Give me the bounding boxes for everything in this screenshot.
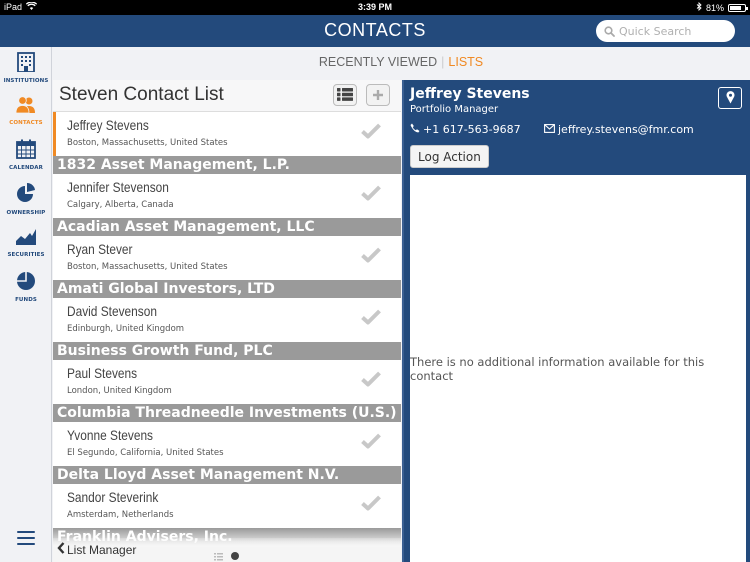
sidebar-item-ownership[interactable]: OWNERSHIP	[0, 182, 52, 216]
list-view-button[interactable]	[333, 84, 357, 106]
contact-item-name: Jennifer Stevenson	[67, 179, 169, 195]
checkmark-icon[interactable]	[361, 247, 381, 267]
contact-item-name: Jeffrey Stevens	[67, 117, 149, 133]
sidebar-item-label: CONTACTS	[9, 120, 43, 126]
sidebar-item-contacts[interactable]: CONTACTS	[0, 96, 52, 126]
contact-list-item[interactable]: Yvonne Stevens El Segundo, California, Un…	[53, 422, 401, 466]
list-manager-label: List Manager	[67, 542, 137, 557]
contact-list-item[interactable]: Paul Stevens London, United Kingdom	[53, 360, 401, 404]
envelope-icon	[544, 123, 555, 136]
list-title: Steven Contact List	[59, 84, 224, 105]
list-page-icon[interactable]	[214, 546, 223, 562]
tab-lists[interactable]: LISTS	[448, 55, 483, 69]
contact-item-location: Boston, Massachusetts, United States	[67, 138, 228, 148]
status-bar: iPad 3:39 PM 81%	[0, 0, 750, 15]
battery-fill	[730, 5, 742, 10]
log-action-button[interactable]: Log Action	[410, 145, 489, 168]
view-tabs: RECENTLY VIEWED | LISTS	[52, 47, 750, 79]
building-icon	[17, 52, 35, 76]
contact-title: Portfolio Manager	[410, 104, 499, 115]
contact-list-item[interactable]: Ryan Stever Boston, Massachusetts, United…	[53, 236, 401, 280]
contact-item-location: London, United Kingdom	[67, 386, 172, 396]
checkmark-icon[interactable]	[361, 309, 381, 329]
contact-list-item[interactable]: Jennifer Stevenson Calgary, Alberta, Cana…	[53, 174, 401, 218]
page-dot-active[interactable]	[231, 551, 239, 560]
contact-item-location: Calgary, Alberta, Canada	[67, 200, 174, 210]
contact-item-location: El Segundo, California, United States	[67, 448, 224, 458]
sidebar-item-label: OWNERSHIP	[6, 210, 46, 216]
institution-group-header[interactable]: Columbia Threadneedle Investments (U.S.)	[53, 404, 401, 422]
contact-phone[interactable]: +1 617-563-9687	[410, 123, 521, 136]
institution-group-header[interactable]: Acadian Asset Management, LLC	[53, 218, 401, 236]
email-address: jeffrey.stevens@fmr.com	[558, 123, 694, 136]
contact-item-name: Yvonne Stevens	[67, 427, 154, 443]
sidebar-item-calendar[interactable]: CALENDAR	[0, 139, 52, 171]
sidebar-item-funds[interactable]: FUNDS	[0, 271, 52, 303]
contact-list-item[interactable]: David Stevenson Edinburgh, United Kingdom	[53, 298, 401, 342]
contact-item-location: Boston, Massachusetts, United States	[67, 262, 228, 272]
institution-group-header[interactable]: 1832 Asset Management, L.P.	[53, 156, 401, 174]
sidebar-item-label: FUNDS	[15, 297, 37, 303]
battery-icon	[728, 3, 748, 12]
phone-icon	[410, 123, 420, 136]
list-footer: List Manager	[53, 538, 401, 562]
map-pin-icon	[726, 89, 735, 108]
empty-info-message: There is no additional information avail…	[410, 354, 705, 383]
contact-email[interactable]: jeffrey.stevens@fmr.com	[544, 123, 694, 136]
additional-info-box: There is no additional information avail…	[410, 175, 746, 562]
checkmark-icon[interactable]	[361, 123, 381, 143]
contact-detail-panel: Jeffrey Stevens Portfolio Manager +1 617…	[402, 80, 750, 562]
contact-list-item[interactable]: Jeffrey Stevens Boston, Massachusetts, Un…	[53, 112, 401, 156]
contact-item-location: Amsterdam, Netherlands	[67, 510, 174, 520]
sidebar-item-institutions[interactable]: INSTITUTIONS	[0, 52, 52, 84]
pie-chart-icon	[15, 182, 37, 208]
list-header: Steven Contact List	[53, 80, 401, 112]
checkmark-icon[interactable]	[361, 185, 381, 205]
quick-search[interactable]	[596, 20, 735, 42]
institution-group-header[interactable]: Delta Lloyd Asset Management N.V.	[53, 466, 401, 484]
contact-name: Jeffrey Stevens	[410, 86, 530, 102]
contact-item-name: Paul Stevens	[67, 365, 138, 381]
contact-item-name: David Stevenson	[67, 303, 157, 319]
contact-item-name: Sandor Steverink	[67, 489, 159, 505]
sidebar-item-securities[interactable]: SECURITIES	[0, 228, 52, 258]
search-input[interactable]	[619, 24, 729, 38]
battery-percent: 81%	[705, 2, 724, 13]
sidebar-item-label: SECURITIES	[7, 252, 45, 258]
checkmark-icon[interactable]	[361, 495, 381, 515]
area-chart-icon	[15, 228, 37, 250]
clock: 3:39 PM	[357, 2, 392, 12]
page-indicator	[214, 546, 239, 562]
contact-item-location: Edinburgh, United Kingdom	[67, 324, 185, 334]
hamburger-icon[interactable]	[17, 531, 35, 549]
contact-item-name: Ryan Stever	[67, 241, 133, 257]
pie-icon	[16, 271, 36, 295]
tab-recently-viewed[interactable]: RECENTLY VIEWED	[319, 55, 437, 69]
sidebar: INSTITUTIONS CONTACTS CALENDAR OWNERSHIP…	[0, 47, 52, 562]
sidebar-item-label: CALENDAR	[8, 165, 43, 171]
tab-separator: |	[441, 55, 445, 69]
app-header: CONTACTS	[0, 15, 750, 47]
map-button[interactable]	[718, 87, 742, 109]
phone-number: +1 617-563-9687	[423, 123, 521, 136]
checkmark-icon[interactable]	[361, 371, 381, 391]
users-icon	[15, 96, 37, 118]
list-icon	[337, 86, 353, 105]
institution-group-header[interactable]: Amati Global Investors, LTD	[53, 280, 401, 298]
institution-group-header[interactable]: Business Growth Fund, PLC	[53, 342, 401, 360]
add-contact-button[interactable]	[366, 84, 390, 106]
calendar-icon	[16, 139, 36, 163]
contact-list: Jeffrey Stevens Boston, Massachusetts, Un…	[53, 112, 401, 546]
plus-icon	[372, 86, 384, 105]
checkmark-icon[interactable]	[361, 433, 381, 453]
list-manager-link[interactable]: List Manager	[57, 542, 136, 557]
sidebar-item-label: INSTITUTIONS	[3, 78, 49, 84]
search-icon	[604, 22, 615, 41]
contact-list-panel: Steven Contact List Jeffrey Stevens Bosto…	[53, 80, 401, 562]
chevron-left-icon	[57, 542, 65, 557]
bluetooth-icon	[696, 1, 702, 13]
contact-list-item[interactable]: Sandor Steverink Amsterdam, Netherlands	[53, 484, 401, 528]
